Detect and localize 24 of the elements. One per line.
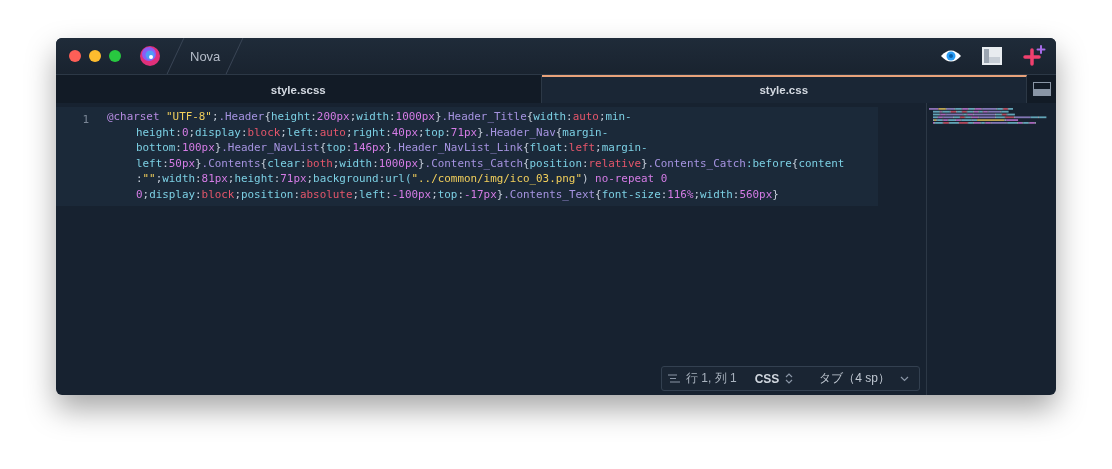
split-icon <box>1032 82 1051 96</box>
minimize-button[interactable] <box>89 50 101 62</box>
updown-icon <box>785 373 794 384</box>
zoom-button[interactable] <box>109 50 121 62</box>
line-number: 1 <box>82 113 89 126</box>
code-line: bottom:100px}.Header_NavList{top:146px}.Header_NavList_Link{float:left;margin- <box>135 140 649 156</box>
code-line: @charset "UTF-8";.Header{height:200px;width:1000px}.Header_Title{width:auto;min- <box>107 109 633 125</box>
lines-icon <box>667 374 680 383</box>
file-tab[interactable]: style.css <box>541 75 1027 103</box>
cursor-position[interactable]: 行 1, 列 1 <box>685 370 737 387</box>
preview-eye-icon[interactable] <box>940 48 962 64</box>
app-logo-icon <box>139 45 161 67</box>
plus-sparkle-icon[interactable] <box>1022 45 1046 67</box>
code-line: left:50px}.Contents{clear:both;width:1000px}.Contents_Catch{position:relative}.Contents_Catch:before{content <box>135 155 846 172</box>
project-name[interactable]: Nova <box>190 48 221 64</box>
close-button[interactable] <box>69 50 81 62</box>
split-editor-button[interactable] <box>1027 75 1056 103</box>
chevron-down-icon <box>900 375 909 382</box>
code-line: :"";width:81px;height:71px;background:url("../common/img/ico_03.png") no-repeat 0 <box>135 171 669 187</box>
syntax-selector[interactable]: CSS <box>754 371 780 386</box>
code-line: height:0;display:block;left:auto;right:40px;top:71px}.Header_Nav{margin- <box>135 124 610 141</box>
file-tab[interactable]: style.scss <box>56 75 542 103</box>
indent-selector[interactable]: タブ（4 sp） <box>819 370 890 387</box>
code-line: 0;display:block;position:absolute;left:-100px;top:-17px}.Contents_Text{font-size:116%;width:560px} <box>135 186 780 203</box>
